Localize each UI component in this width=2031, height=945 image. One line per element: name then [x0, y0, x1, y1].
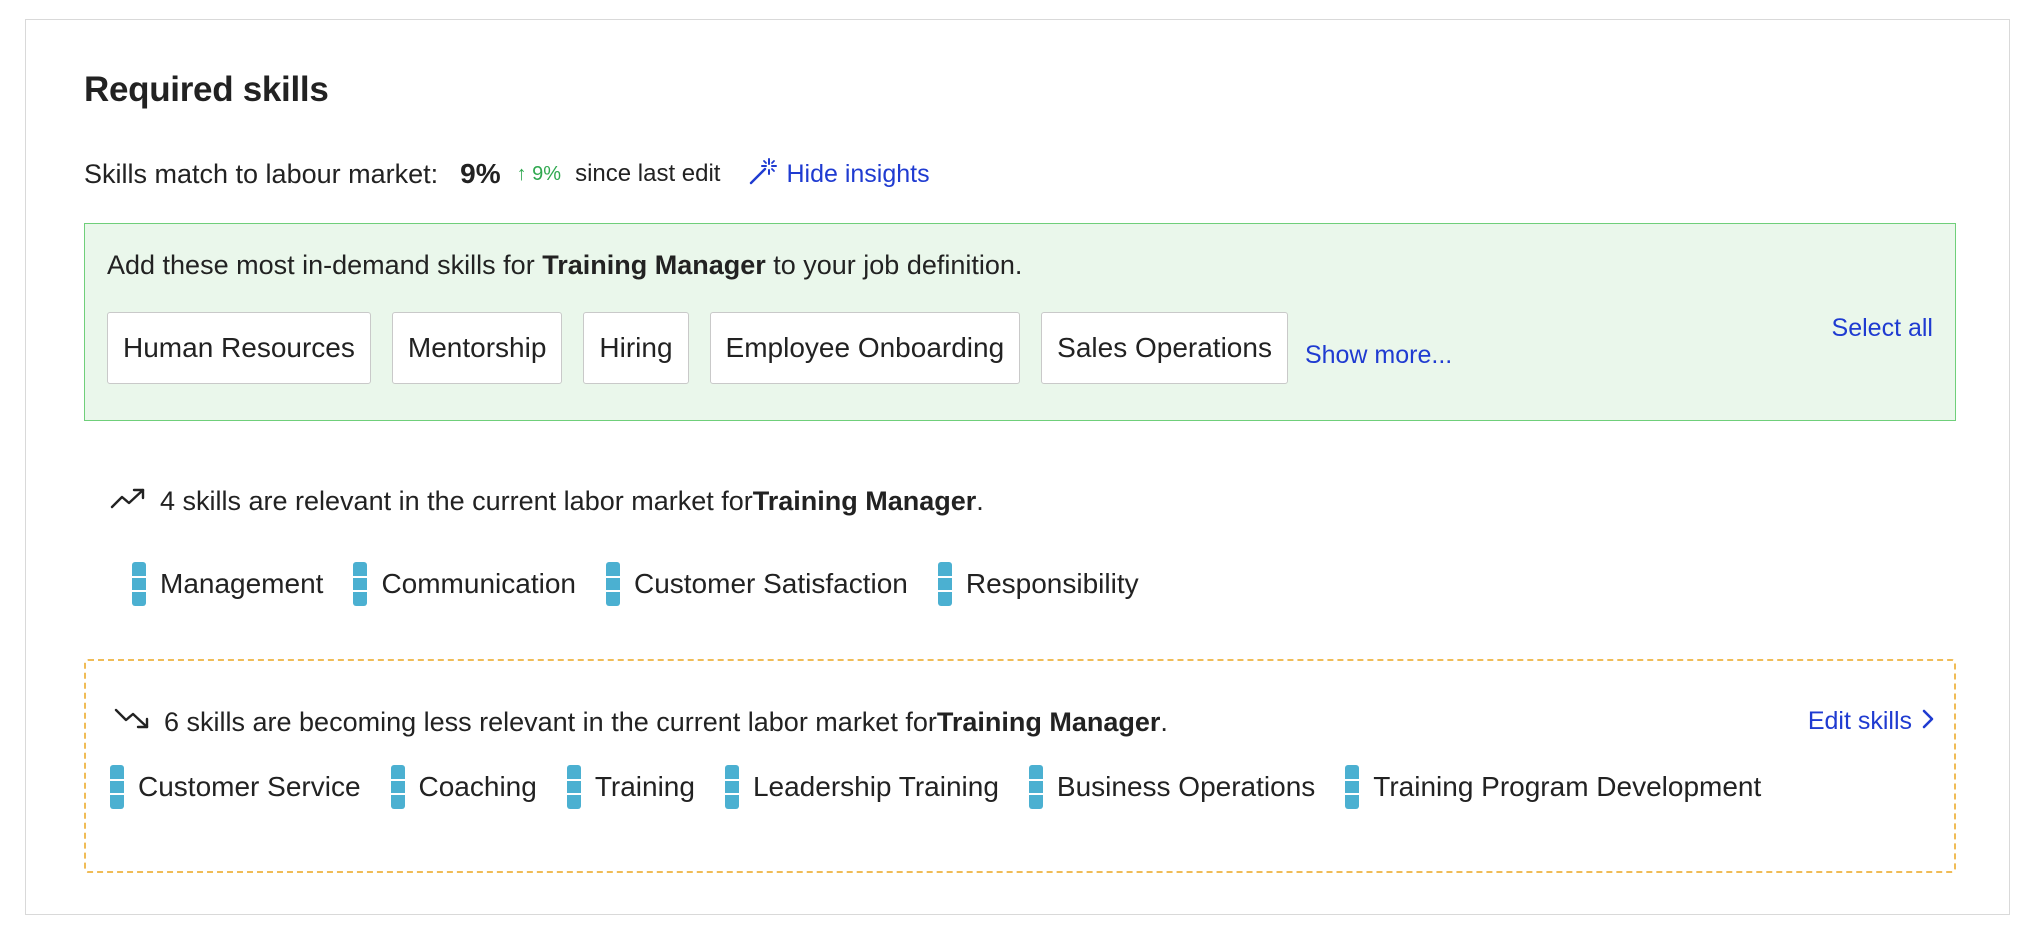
hide-insights-label: Hide insights [786, 159, 930, 188]
relevant-skills-list: Management Communication Customer Satisf… [132, 562, 1169, 606]
declining-skills-heading: 6 skills are becoming less relevant in t… [114, 707, 1168, 738]
relevant-skill: Communication [353, 562, 576, 606]
role-name: Training Manager [936, 707, 1161, 737]
skill-level-bar [132, 562, 146, 606]
skill-chip[interactable]: Human Resources [107, 312, 371, 384]
skill-level-bar [353, 562, 368, 606]
section-title: Required skills [84, 70, 329, 109]
edit-skills-link[interactable]: Edit skills [1808, 707, 1934, 736]
skill-label: Communication [381, 568, 576, 599]
edit-skills-label: Edit skills [1807, 707, 1912, 735]
declining-skill: Customer Service [110, 765, 361, 809]
skill-label: Responsibility [965, 568, 1139, 599]
relevant-skill: Customer Satisfaction [605, 562, 908, 606]
chevron-right-icon [1912, 707, 1934, 736]
skill-level-bar [937, 562, 952, 606]
skill-level-bar [390, 765, 405, 809]
suggested-skill-chips: Human Resources Mentorship Hiring Employ… [107, 312, 1452, 384]
skill-level-bar [566, 765, 581, 809]
skill-chip[interactable]: Mentorship [391, 312, 563, 384]
relevant-skill: Management [132, 562, 323, 606]
skill-label: Customer Satisfaction [633, 568, 908, 599]
skill-label: Training [594, 771, 695, 802]
skill-label: Customer Service [138, 771, 361, 802]
match-label: Skills match to labour market: [84, 158, 439, 189]
show-more-link[interactable]: Show more... [1305, 341, 1452, 384]
declining-skill: Business Operations [1028, 765, 1316, 809]
declining-skills-list: Customer Service Coaching Training Leade… [110, 765, 1791, 809]
skill-level-bar [724, 765, 739, 809]
skill-level-bar [605, 562, 620, 606]
hide-insights-link[interactable]: Hide insights [748, 157, 930, 192]
skills-match-row: Skills match to labour market: 9% ↑ 9% s… [84, 154, 930, 194]
skill-label: Leadership Training [752, 771, 999, 802]
skill-chip[interactable]: Hiring [583, 312, 689, 384]
skill-label: Training Program Development [1373, 771, 1762, 802]
trending-up-icon [110, 486, 160, 517]
skill-label: Coaching [418, 771, 537, 802]
skill-label: Management [160, 568, 324, 599]
trending-down-icon [114, 707, 164, 738]
in-demand-skills-panel: Add these most in-demand skills for Trai… [84, 223, 1956, 421]
magic-wand-icon [748, 157, 786, 192]
suggestion-text: Add these most in-demand skills for Trai… [107, 250, 1023, 280]
role-name: Training Manager [752, 486, 977, 516]
skill-level-bar [110, 765, 124, 809]
skill-chip[interactable]: Sales Operations [1041, 312, 1288, 384]
declining-skill: Training [566, 765, 695, 809]
required-skills-card: Required skills Skills match to labour m… [25, 19, 2010, 915]
match-delta: ↑ 9% [516, 162, 562, 185]
declining-skill: Coaching [390, 765, 537, 809]
relevant-skill: Responsibility [937, 562, 1139, 606]
role-name: Training Manager [542, 250, 766, 280]
match-value: 9% [460, 158, 501, 189]
declining-skill: Leadership Training [724, 765, 999, 809]
declining-skill: Training Program Development [1345, 765, 1761, 809]
match-since: since last edit [575, 160, 721, 187]
skill-chip[interactable]: Employee Onboarding [709, 312, 1021, 384]
declining-skills-panel: 6 skills are becoming less relevant in t… [84, 659, 1956, 873]
skill-level-bar [1028, 765, 1043, 809]
relevant-skills-heading: 4 skills are relevant in the current lab… [110, 486, 984, 517]
skill-level-bar [1345, 765, 1360, 809]
skill-label: Business Operations [1056, 771, 1316, 802]
select-all-link[interactable]: Select all [1832, 314, 1933, 343]
